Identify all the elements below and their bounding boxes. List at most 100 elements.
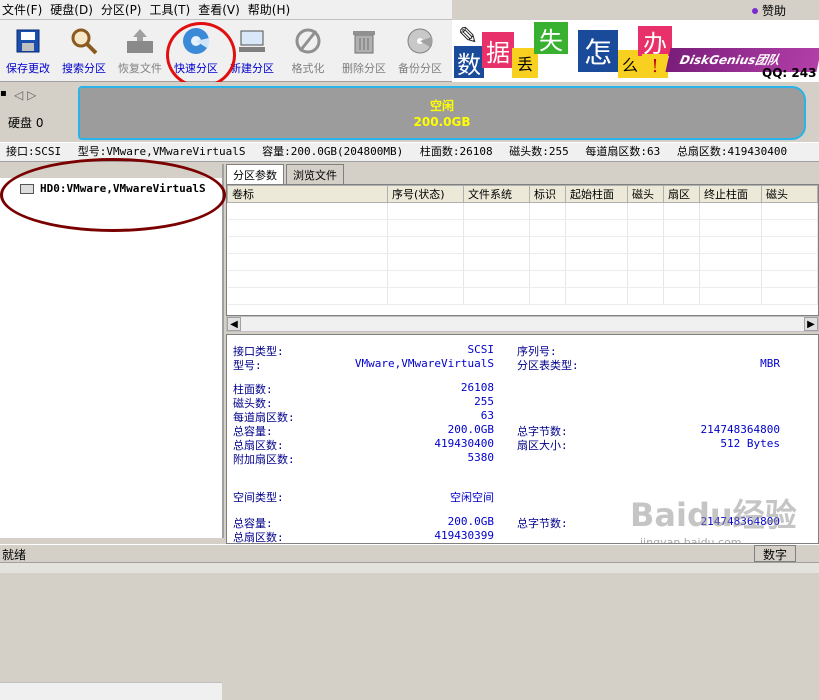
save-changes-label: 保存更改 (6, 62, 50, 75)
tab-bar: 分区参数 浏览文件 (226, 164, 346, 184)
new-partition-icon (236, 26, 268, 56)
menu-partition[interactable]: 分区(P) (99, 1, 148, 18)
detail-free-sectors-value: 419430399 (434, 529, 494, 542)
menu-help[interactable]: 帮助(H) (246, 1, 296, 18)
baidu-watermark: Baidu经验 (630, 496, 797, 534)
save-icon (12, 26, 44, 56)
detail-capacity-value: 200.0GB (447, 423, 494, 436)
col-volume-label[interactable]: 卷标 (227, 185, 388, 203)
info-heads: 磁头数:255 (509, 145, 569, 158)
col-filesystem[interactable]: 文件系统 (463, 185, 530, 203)
col-sector[interactable]: 扇区 (663, 185, 700, 203)
detail-sector-size-value: 512 Bytes (720, 437, 780, 450)
col-index[interactable]: 序号(状态) (387, 185, 464, 203)
info-model: 型号:VMware,VMwareVirtualS (77, 145, 246, 158)
tab-browse-files[interactable]: 浏览文件 (286, 164, 344, 184)
format-button[interactable]: 格式化 (280, 24, 336, 80)
new-partition-button[interactable]: 新建分区 (224, 24, 280, 80)
sponsor-label: 赞助 (762, 4, 787, 18)
free-space-size: 200.0GB (413, 115, 471, 129)
search-partition-button[interactable]: 搜索分区 (56, 24, 112, 80)
recover-files-button[interactable]: 恢复文件 (112, 24, 168, 80)
disk-map: ▪ ◁ ▷ 硬盘 0 空闲 200.0GB (0, 82, 819, 142)
menu-view[interactable]: 查看(V) (196, 1, 246, 18)
detail-sector-size-label: 扇区大小: (517, 439, 568, 452)
delete-partition-button[interactable]: 删除分区 (336, 24, 392, 80)
scroll-right-icon[interactable]: ▶ (804, 317, 818, 331)
taskbar (0, 562, 819, 573)
delete-icon (348, 26, 380, 56)
menu-tools[interactable]: 工具(T) (148, 1, 197, 18)
detail-space-type-value: 空闲空间 (450, 491, 494, 504)
tab-partition-params[interactable]: 分区参数 (226, 164, 284, 184)
marker-dot: ▪ (0, 88, 7, 99)
info-total-sectors: 总扇区数:419430400 (676, 145, 788, 158)
detail-model-value: VMware,VMwareVirtualS (354, 357, 494, 370)
table-row (227, 236, 818, 254)
info-capacity: 容量:200.0GB(204800MB) (262, 145, 404, 158)
detail-model-label: 型号: (233, 359, 262, 372)
banner-char: 怎 (578, 30, 618, 72)
col-head[interactable]: 磁头 (627, 185, 664, 203)
format-icon (292, 26, 324, 56)
col-id[interactable]: 标识 (529, 185, 566, 203)
detail-space-type-label: 空间类型: (233, 491, 284, 504)
table-hscrollbar[interactable]: ◀ ▶ (226, 316, 819, 332)
next-disk-icon[interactable]: ▷ (27, 88, 36, 102)
detail-pt-type-value: MBR (760, 357, 780, 370)
banner-char: 数 (454, 46, 484, 79)
table-row (227, 219, 818, 237)
backup-icon (404, 26, 436, 56)
tree-scrollbar[interactable] (0, 682, 222, 700)
search-icon (68, 26, 100, 56)
detail-free-bytes-label: 总字节数: (517, 517, 568, 530)
banner-ad[interactable]: ✎ 数 据 丢 失 怎 么 办 ! DiskGenius团队 QQ: 243 (452, 20, 819, 82)
table-header-row: 卷标 序号(状态) 文件系统 标识 起始柱面 磁头 扇区 终止柱面 磁头 (227, 185, 818, 203)
save-changes-button[interactable]: 保存更改 (0, 24, 56, 80)
banner-char: 办 (638, 26, 672, 58)
detail-heads-value: 255 (474, 395, 494, 408)
info-interface: 接口:SCSI (6, 145, 62, 158)
detail-spt-value: 63 (480, 409, 494, 422)
menu-bar: 文件(F) 硬盘(D) 分区(P) 工具(T) 查看(V) 帮助(H) (0, 0, 452, 20)
quick-partition-label: 快速分区 (174, 62, 218, 75)
backup-partition-button[interactable]: 备份分区 (392, 24, 448, 80)
recover-icon (124, 26, 156, 56)
info-spt: 每道扇区数:63 (585, 145, 661, 158)
detail-extra-sectors-label: 附加扇区数: (233, 453, 295, 466)
new-partition-label: 新建分区 (230, 62, 274, 75)
table-row (227, 253, 818, 271)
sponsor-link[interactable]: 赞助 (752, 2, 786, 19)
menu-disk[interactable]: 硬盘(D) (48, 1, 99, 18)
search-partition-label: 搜索分区 (62, 62, 106, 75)
detail-cylinders-value: 26108 (460, 381, 494, 394)
numlock-indicator: 数字 (754, 545, 796, 562)
free-space-block[interactable]: 空闲 200.0GB (78, 86, 806, 140)
banner-char: 据 (482, 32, 514, 68)
backup-partition-label: 备份分区 (398, 62, 442, 75)
format-label: 格式化 (291, 62, 325, 75)
disk-label: 硬盘 0 (8, 116, 44, 130)
prev-disk-icon[interactable]: ◁ (14, 88, 23, 102)
free-space-label: 空闲 (429, 99, 454, 113)
disk-nav: ◁ ▷ (14, 88, 36, 102)
scroll-left-icon[interactable]: ◀ (227, 317, 241, 331)
detail-interface-value: SCSI (467, 343, 495, 356)
banner-char: ! (642, 54, 668, 78)
banner-qq: QQ: 243 (762, 66, 817, 80)
status-text: 就绪 (2, 548, 27, 562)
detail-free-capacity-value: 200.0GB (447, 515, 494, 528)
detail-free-sectors-label: 总扇区数: (233, 531, 284, 544)
info-cylinders: 柱面数:26108 (419, 145, 493, 158)
detail-extra-sectors-value: 5380 (467, 451, 495, 464)
col-end-head[interactable]: 磁头 (761, 185, 818, 203)
toolbar: 保存更改 搜索分区 恢复文件 快速分区 新建分区 格式化 删除分区 备份分区 (0, 20, 452, 82)
table-row (227, 270, 818, 288)
menu-file[interactable]: 文件(F) (0, 1, 48, 18)
col-start-cyl[interactable]: 起始柱面 (565, 185, 628, 203)
detail-total-bytes-value: 214748364800 (700, 423, 780, 436)
col-end-cyl[interactable]: 终止柱面 (699, 185, 762, 203)
quick-partition-button[interactable]: 快速分区 (168, 24, 224, 80)
table-row (227, 287, 818, 305)
sponsor-icon (752, 7, 758, 14)
